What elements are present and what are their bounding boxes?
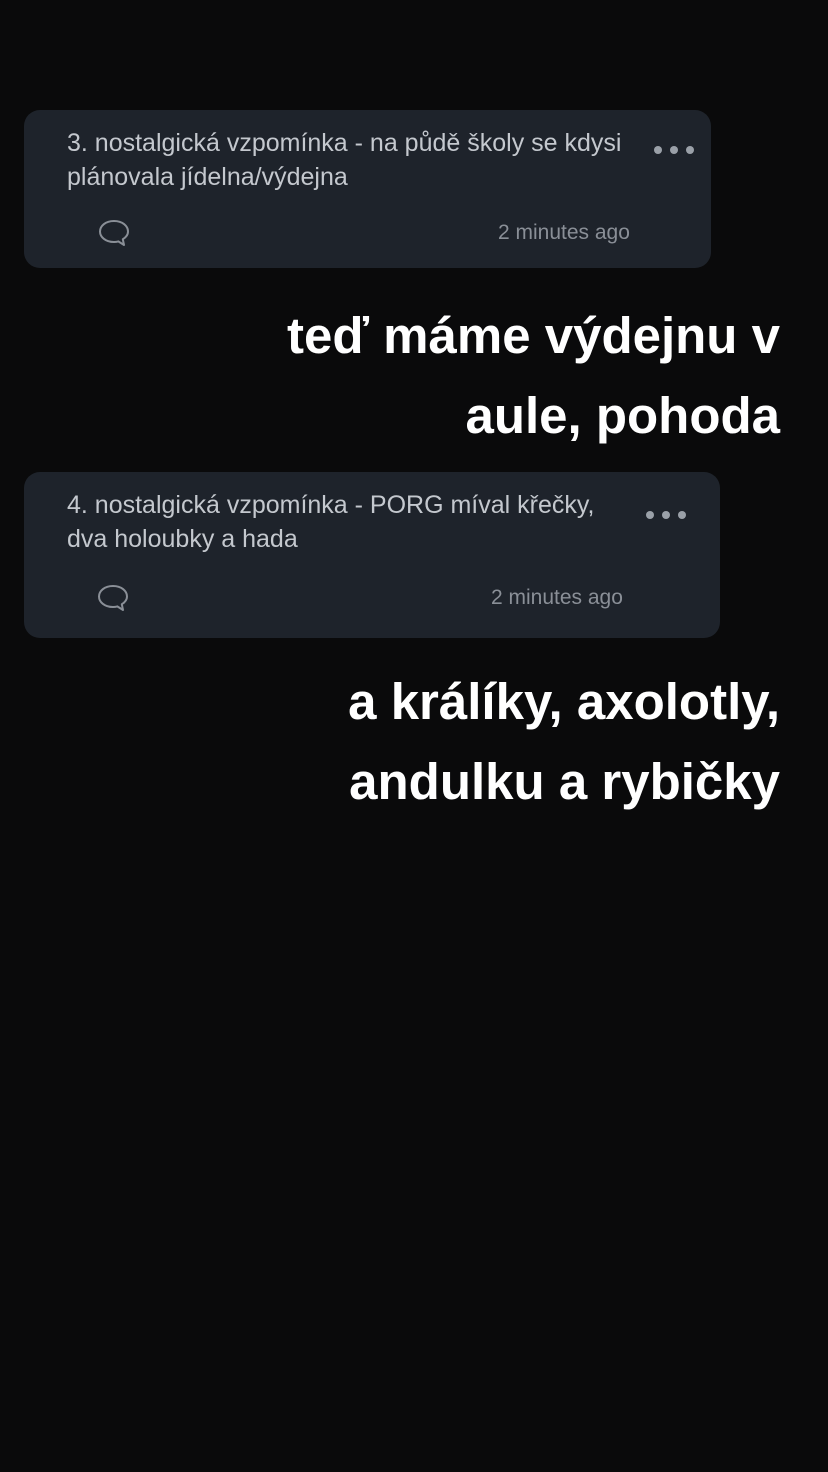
ellipsis-icon-dot <box>654 146 662 154</box>
post-text: 3. nostalgická vzpomínka - na půdě školy… <box>67 129 622 191</box>
post-timestamp: 2 minutes ago <box>498 221 630 244</box>
caption-line: aule, pohoda <box>465 387 780 444</box>
more-options-button[interactable] <box>654 140 694 160</box>
post-timestamp: 2 minutes ago <box>491 586 623 609</box>
comment-icon[interactable] <box>96 583 130 613</box>
ellipsis-icon-dot <box>686 146 694 154</box>
post-card: 4. nostalgická vzpomínka - PORG míval kř… <box>24 472 720 638</box>
ellipsis-icon-dot <box>678 511 686 519</box>
caption-line: teď máme výdejnu v <box>286 307 780 364</box>
caption-line: a králíky, axolotly, <box>348 673 780 730</box>
story-caption: teď máme výdejnu v aule, pohoda <box>140 296 780 456</box>
story-caption: a králíky, axolotly, andulku a rybičky <box>140 662 780 822</box>
ellipsis-icon-dot <box>662 511 670 519</box>
ellipsis-icon-dot <box>670 146 678 154</box>
more-options-button[interactable] <box>646 505 686 525</box>
post-text: 4. nostalgická vzpomínka - PORG míval kř… <box>67 491 595 553</box>
post-card: 3. nostalgická vzpomínka - na půdě školy… <box>24 110 711 268</box>
ellipsis-icon-dot <box>646 511 654 519</box>
caption-line: andulku a rybičky <box>349 753 780 810</box>
comment-icon[interactable] <box>97 218 131 248</box>
